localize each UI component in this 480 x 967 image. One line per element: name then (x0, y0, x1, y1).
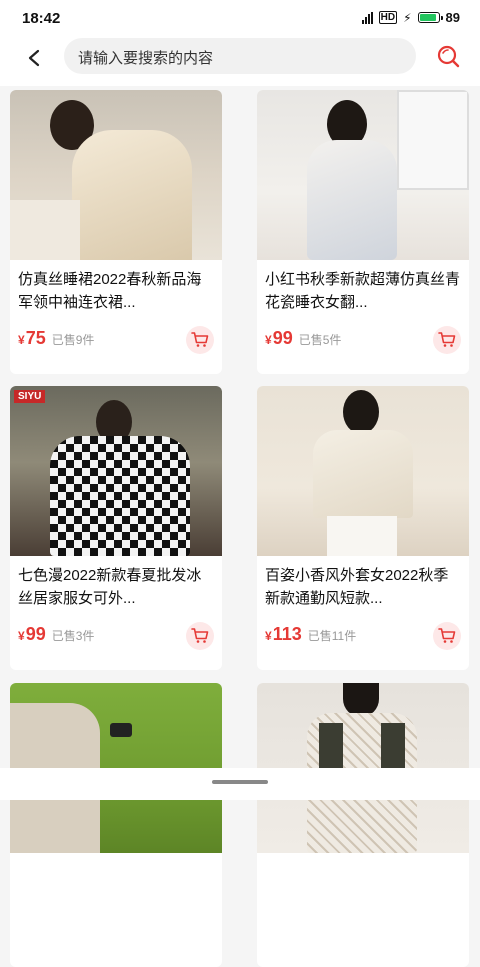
sold-count: 已售5件 (298, 333, 342, 347)
add-to-cart-button[interactable] (186, 622, 214, 650)
home-indicator[interactable] (212, 780, 268, 784)
cart-icon (191, 628, 209, 643)
signal-icon (361, 11, 373, 24)
back-button[interactable] (20, 44, 48, 72)
product-title: 仿真丝睡裙2022春秋新品海军领中袖连衣裙... (18, 271, 202, 311)
product-price: ¥113 已售11件 (265, 624, 357, 644)
product-image (257, 90, 469, 260)
sold-count: 已售11件 (307, 629, 357, 643)
product-price: ¥99 已售5件 (265, 328, 342, 348)
product-title (265, 861, 463, 907)
product-image: SIYU (10, 386, 222, 556)
product-card[interactable] (257, 683, 469, 967)
cart-icon (191, 332, 209, 347)
search-input[interactable]: 请输入要搜索的内容 (64, 38, 416, 74)
search-header: 请输入要搜索的内容 (0, 36, 480, 86)
battery-icon (417, 12, 443, 23)
product-card[interactable]: 仿真丝睡裙2022春秋新品海军领中袖连衣裙... ¥75 已售9件 (10, 90, 222, 374)
cart-icon (438, 628, 456, 643)
product-price: ¥99 已售3件 (18, 624, 95, 644)
sold-count: 已售3件 (51, 629, 95, 643)
charging-icon: ⚡ (403, 10, 412, 25)
search-icon (437, 45, 460, 68)
product-image (10, 90, 222, 260)
add-to-cart-button[interactable] (433, 326, 461, 354)
product-card[interactable]: SIYU 七色漫2022新款春夏批发冰丝居家服女可外... ¥99 已售3件 (10, 386, 222, 670)
status-time: 18:42 (22, 10, 61, 27)
status-bar: 18:42 HD ⚡ 89 (0, 0, 480, 36)
brand-badge: SIYU (14, 390, 46, 403)
add-to-cart-button[interactable] (433, 622, 461, 650)
status-icons: HD ⚡ 89 (361, 10, 460, 25)
product-card[interactable]: 百姿小香风外套女2022秋季新款通勤风短款... ¥113 已售11件 (257, 386, 469, 670)
product-card[interactable] (10, 683, 222, 967)
bottom-bar (0, 768, 480, 800)
chevron-left-icon (28, 49, 40, 67)
search-placeholder: 请输入要搜索的内容 (78, 50, 214, 67)
product-title: 百姿小香风外套女2022秋季新款通勤风短款... (265, 567, 449, 607)
add-to-cart-button[interactable] (186, 326, 214, 354)
hd-icon: HD (378, 11, 398, 24)
product-price: ¥75 已售9件 (18, 328, 95, 348)
battery-level: 89 (445, 10, 460, 25)
search-button[interactable] (434, 42, 462, 70)
product-card[interactable]: 小红书秋季新款超薄仿真丝青花瓷睡衣女翻... ¥99 已售5件 (257, 90, 469, 374)
product-title: 七色漫2022新款春夏批发冰丝居家服女可外... (18, 567, 202, 607)
product-title: 小红书秋季新款超薄仿真丝青花瓷睡衣女翻... (265, 271, 461, 311)
cart-icon (438, 332, 456, 347)
product-image (257, 386, 469, 556)
sold-count: 已售9件 (51, 333, 95, 347)
product-title (18, 861, 216, 907)
